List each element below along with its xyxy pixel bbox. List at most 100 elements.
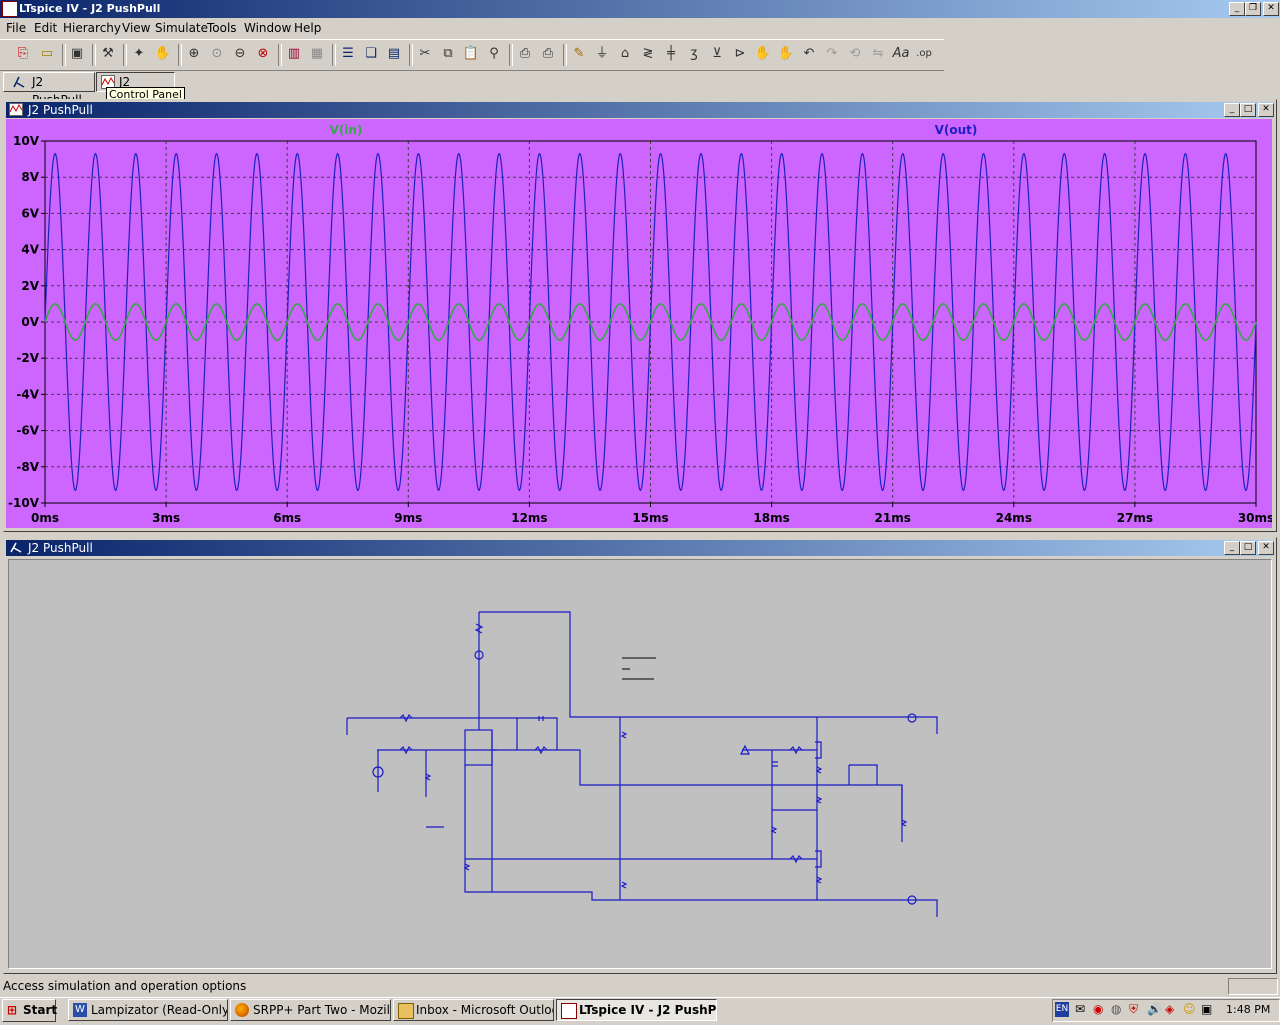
ltspice-app-icon[interactable]: [2, 1, 18, 17]
waveform-plot[interactable]: 0ms 3ms 6ms 9ms 12ms 15ms 18ms 21ms 24ms 27ms 30ms…: [6, 119, 1272, 528]
menu-simulate[interactable]: Simulate: [155, 21, 208, 35]
y-tick-label: -10V: [8, 496, 40, 510]
x-tick-label: 12ms: [511, 511, 547, 525]
draw-wire-icon[interactable]: ✎: [570, 45, 588, 63]
close-icon[interactable]: ✕: [1258, 541, 1274, 555]
word-icon: W: [73, 1003, 87, 1017]
display-icon[interactable]: ▣: [1201, 1002, 1212, 1016]
windows-logo-icon: ⊞: [7, 1003, 18, 1017]
task-outlook[interactable]: Inbox - Microsoft Outlook: [393, 999, 554, 1021]
control-panel-icon[interactable]: ⚒: [99, 45, 117, 63]
status-pane: [1228, 978, 1278, 995]
inductor-icon[interactable]: ʒ: [685, 45, 703, 63]
update-icon[interactable]: ◈: [1165, 1002, 1174, 1016]
y-tick-label: 2V: [21, 279, 39, 293]
zoom-fit-icon[interactable]: ⊗: [254, 45, 272, 63]
component-icon[interactable]: ⊳: [731, 45, 749, 63]
drag-icon[interactable]: ✋: [777, 45, 795, 63]
task-ltspice[interactable]: LTspice IV - J2 PushPull: [556, 999, 717, 1021]
save-icon[interactable]: ▣: [68, 45, 86, 63]
language-indicator[interactable]: EN: [1055, 1002, 1069, 1017]
restore-icon[interactable]: ❐: [1245, 2, 1261, 16]
app-title-bar[interactable]: LTspice IV - J2 PushPull _ ❐ ✕: [0, 0, 1280, 18]
print-setup-icon[interactable]: ⎙: [516, 45, 534, 63]
task-firefox[interactable]: SRPP+ Part Two - Mozilla...: [230, 999, 391, 1021]
maximize-icon[interactable]: □: [1240, 103, 1256, 117]
open-icon[interactable]: ▭: [38, 45, 56, 63]
security-shield-icon[interactable]: ⛨: [1129, 1002, 1138, 1017]
schematic-icon: [13, 76, 25, 88]
task-word[interactable]: W Lampizator (Read-Only) ...: [68, 999, 228, 1021]
undo-icon[interactable]: ↶: [800, 45, 818, 63]
x-tick-label: 30ms: [1238, 511, 1272, 525]
diode-icon[interactable]: ⊻: [708, 45, 726, 63]
start-label: Start: [23, 1003, 58, 1017]
close-icon[interactable]: ✕: [1258, 103, 1274, 117]
antivirus-icon[interactable]: ◉: [1093, 1002, 1103, 1016]
spice-directive-icon[interactable]: .op: [915, 45, 933, 63]
cascade-icon[interactable]: ❏: [362, 45, 380, 63]
menu-help[interactable]: Help: [294, 21, 321, 35]
menu-hierarchy[interactable]: Hierarchy: [63, 21, 121, 35]
toolbar-separator: [178, 44, 182, 66]
menu-tools[interactable]: Tools: [207, 21, 237, 35]
toolbar: ⎘ ▭ ▣ ⚒ ✦ ✋ ⊕ ⊙ ⊖ ⊗ ▥ ▦ ☰ ❏ ▤ ✂ ⧉ 📋 ⚲ ⎙ …: [0, 39, 944, 71]
volume-icon[interactable]: 🔊: [1147, 1002, 1162, 1016]
text-icon[interactable]: Aa: [892, 45, 910, 63]
menu-view[interactable]: View: [122, 21, 150, 35]
close-icon[interactable]: ✕: [1263, 2, 1279, 16]
paste-icon[interactable]: 📋: [462, 45, 480, 63]
waveform-window-title: J2 PushPull: [28, 103, 93, 117]
y-tick-label: 10V: [13, 134, 40, 148]
tile-vertical-icon[interactable]: ▤: [385, 45, 403, 63]
ground-icon[interactable]: ⏚: [593, 45, 611, 63]
network-icon[interactable]: ◍: [1111, 1002, 1121, 1016]
menu-file[interactable]: File: [6, 21, 26, 35]
rotate-icon[interactable]: ⟲: [846, 45, 864, 63]
legend-vin[interactable]: V(in): [330, 123, 363, 137]
schematic-canvas[interactable]: [8, 559, 1272, 969]
start-button[interactable]: ⊞ Start: [2, 999, 58, 1022]
document-tab-strip: J2 PushPull J2 PushPull: [0, 70, 1280, 107]
legend-vout[interactable]: V(out): [935, 123, 978, 137]
toolbar-separator: [278, 44, 282, 66]
find-icon[interactable]: ⚲: [485, 45, 503, 63]
schematic-icon: [10, 542, 22, 553]
grid-icon[interactable]: ▦: [308, 45, 326, 63]
minimize-icon[interactable]: _: [1224, 541, 1240, 555]
tile-horizontal-icon[interactable]: ☰: [339, 45, 357, 63]
new-schematic-icon[interactable]: ⎘: [14, 45, 32, 63]
waveform-window-titlebar[interactable]: J2 PushPull _ □ ✕: [6, 102, 1274, 118]
copy-icon[interactable]: ⧉: [439, 45, 457, 63]
task-word-label: Lampizator (Read-Only) ...: [91, 1003, 228, 1017]
print-icon[interactable]: ⎙: [539, 45, 557, 63]
x-tick-label: 9ms: [394, 511, 422, 525]
maximize-icon[interactable]: □: [1240, 541, 1256, 555]
move-icon[interactable]: ✋: [754, 45, 772, 63]
minimize-icon[interactable]: _: [1229, 2, 1245, 16]
schematic-window-title: J2 PushPull: [28, 541, 93, 555]
minimize-icon[interactable]: _: [1224, 103, 1240, 117]
redo-icon[interactable]: ↷: [823, 45, 841, 63]
toolbar-separator: [332, 44, 336, 66]
mail-icon[interactable]: ✉: [1075, 1002, 1085, 1016]
pan-icon[interactable]: ⊙: [208, 45, 226, 63]
autorange-icon[interactable]: ▥: [285, 45, 303, 63]
tab-schematic[interactable]: J2 PushPull: [3, 72, 95, 107]
mirror-icon[interactable]: ⇋: [869, 45, 887, 63]
resistor-icon[interactable]: ≷: [639, 45, 657, 63]
x-tick-label: 27ms: [1117, 511, 1153, 525]
label-net-icon[interactable]: ⌂: [616, 45, 634, 63]
zoom-in-icon[interactable]: ⊕: [185, 45, 203, 63]
capacitor-icon[interactable]: ╪: [662, 45, 680, 63]
zoom-out-icon[interactable]: ⊖: [231, 45, 249, 63]
menu-window[interactable]: Window: [244, 21, 291, 35]
halt-icon[interactable]: ✋: [154, 45, 172, 63]
messenger-icon[interactable]: ☺: [1183, 1002, 1196, 1016]
menu-edit[interactable]: Edit: [34, 21, 57, 35]
toolbar-separator: [563, 44, 567, 66]
schematic-window-titlebar[interactable]: J2 PushPull _ □ ✕: [6, 540, 1274, 556]
run-icon[interactable]: ✦: [130, 45, 148, 63]
cut-icon[interactable]: ✂: [416, 45, 434, 63]
y-tick-label: -4V: [16, 387, 39, 401]
